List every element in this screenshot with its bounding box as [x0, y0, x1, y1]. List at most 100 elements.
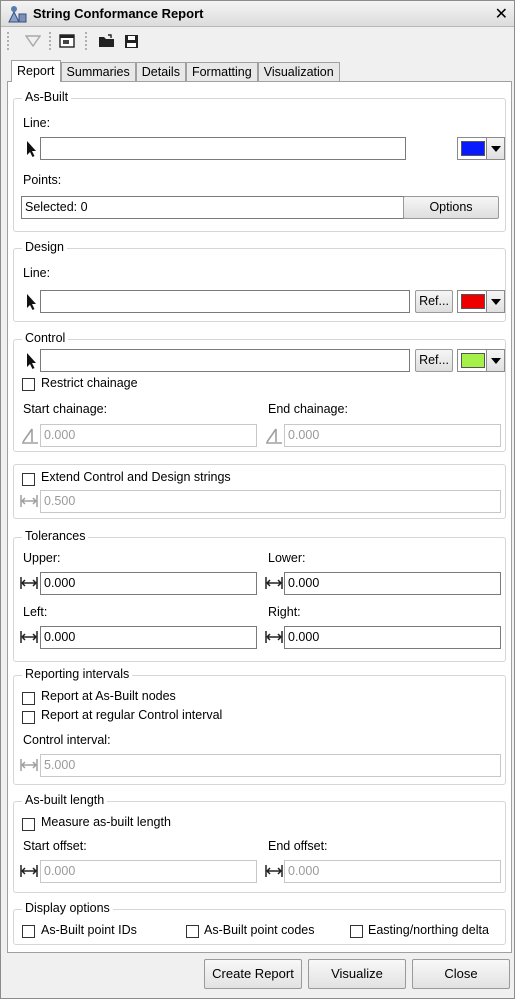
chainage-icon: [22, 428, 38, 444]
right-tolerance-input[interactable]: 0.000: [284, 626, 501, 649]
start-offset-input[interactable]: 0.000: [40, 860, 257, 883]
design-legend: Design: [22, 240, 67, 254]
upper-tolerance-input[interactable]: 0.000: [40, 572, 257, 595]
restrict-chainage-checkbox[interactable]: [22, 378, 35, 391]
control-interval-input[interactable]: 5.000: [40, 754, 501, 777]
window-title: String Conformance Report: [33, 6, 204, 21]
as-built-selected-field: Selected: 0: [21, 196, 404, 219]
report-nodes-checkbox[interactable]: [22, 692, 35, 705]
easting-northing-delta-label: Easting/northing delta: [368, 923, 489, 937]
end-offset-label: End offset:: [268, 839, 328, 853]
measure-length-label: Measure as-built length: [41, 815, 171, 829]
tab-details[interactable]: Details: [135, 62, 186, 82]
design-ref-button[interactable]: Ref...: [415, 290, 453, 313]
control-color-swatch: [461, 353, 485, 368]
create-report-button[interactable]: Create Report: [204, 959, 302, 989]
left-label: Left:: [23, 605, 48, 619]
open-folder-icon[interactable]: [97, 31, 117, 51]
toolbar-grip[interactable]: [7, 32, 10, 50]
width-arrow-icon: [20, 759, 38, 771]
close-button[interactable]: Close: [412, 959, 510, 989]
design-group: Design Line: Ref...: [13, 240, 506, 322]
extend-distance-input[interactable]: 0.500: [40, 490, 501, 513]
chevron-down-icon[interactable]: [486, 138, 504, 159]
report-regular-interval-checkbox[interactable]: [22, 711, 35, 724]
chainage-icon: [266, 428, 282, 444]
end-chainage-input[interactable]: 0.000: [284, 424, 501, 447]
as-built-color-swatch: [461, 141, 485, 156]
measure-length-checkbox[interactable]: [22, 818, 35, 831]
pick-arrow-icon[interactable]: [22, 351, 42, 371]
restrict-chainage-label: Restrict chainage: [41, 376, 138, 390]
end-chainage-label: End chainage:: [268, 402, 348, 416]
report-tab-panel: As-Built Line: Points: Selected: 0 Optio…: [7, 81, 512, 953]
design-line-label: Line:: [23, 266, 51, 280]
as-built-points-label: Points:: [23, 173, 62, 187]
toolbar: [1, 28, 514, 54]
width-arrow-icon: [20, 631, 38, 643]
as-built-group: As-Built Line: Points: Selected: 0 Optio…: [13, 90, 506, 232]
as-built-line-input[interactable]: [40, 137, 406, 160]
toolbar-separator: [85, 32, 88, 50]
tab-summaries[interactable]: Summaries: [60, 62, 136, 82]
lower-label: Lower:: [268, 551, 306, 565]
width-arrow-icon: [265, 631, 283, 643]
string-conformance-report-window: String Conformance Report ✕ Report Summa…: [0, 0, 515, 999]
start-chainage-label: Start chainage:: [23, 402, 108, 416]
reporting-intervals-group: Reporting intervals Report at As-Built n…: [13, 667, 506, 785]
as-built-length-legend: As-built length: [22, 793, 108, 807]
visualize-button[interactable]: Visualize: [308, 959, 406, 989]
pick-arrow-icon[interactable]: [22, 139, 42, 159]
tolerances-legend: Tolerances: [22, 529, 89, 543]
as-built-color-picker[interactable]: [457, 137, 505, 160]
width-arrow-icon: [265, 577, 283, 589]
point-ids-checkbox[interactable]: [22, 925, 35, 938]
as-built-legend: As-Built: [22, 90, 72, 104]
app-icon: [8, 6, 27, 23]
control-ref-button[interactable]: Ref...: [415, 349, 453, 372]
tab-visualization[interactable]: Visualization: [257, 62, 340, 82]
options-button[interactable]: Options: [403, 196, 499, 219]
lower-tolerance-input[interactable]: 0.000: [284, 572, 501, 595]
width-arrow-icon: [265, 865, 283, 877]
chevron-down-icon[interactable]: [486, 291, 504, 312]
control-interval-label: Control interval:: [23, 733, 111, 747]
close-window-icon[interactable]: ✕: [495, 4, 508, 24]
width-arrow-icon: [20, 865, 38, 877]
control-legend: Control: [22, 331, 69, 345]
report-nodes-label: Report at As-Built nodes: [41, 689, 176, 703]
right-label: Right:: [268, 605, 301, 619]
display-options-legend: Display options: [22, 901, 113, 915]
start-chainage-input[interactable]: 0.000: [40, 424, 257, 447]
pick-arrow-icon[interactable]: [22, 292, 42, 312]
report-regular-interval-label: Report at regular Control interval: [41, 708, 223, 722]
window-icon[interactable]: [57, 31, 77, 51]
easting-northing-delta-checkbox[interactable]: [350, 925, 363, 938]
end-offset-input[interactable]: 0.000: [284, 860, 501, 883]
left-tolerance-input[interactable]: 0.000: [40, 626, 257, 649]
tolerances-group: Tolerances Upper: Lower: 0.000 0.000 Lef…: [13, 529, 506, 662]
title-bar: String Conformance Report ✕: [1, 1, 514, 27]
extend-strings-checkbox[interactable]: [22, 473, 35, 486]
tab-report[interactable]: Report: [11, 60, 61, 82]
toolbar-separator: [49, 32, 52, 50]
design-line-input[interactable]: [40, 290, 410, 313]
width-arrow-icon: [20, 495, 38, 507]
point-ids-label: As-Built point IDs: [41, 923, 137, 937]
chevron-down-icon[interactable]: [486, 350, 504, 371]
design-color-picker[interactable]: [457, 290, 505, 313]
display-options-group: Display options As-Built point IDs As-Bu…: [13, 901, 506, 945]
extend-strings-label: Extend Control and Design strings: [41, 470, 231, 484]
point-codes-checkbox[interactable]: [186, 925, 199, 938]
save-icon[interactable]: [121, 31, 141, 51]
extend-group: Extend Control and Design strings 0.500: [13, 464, 506, 519]
control-color-picker[interactable]: [457, 349, 505, 372]
control-group: Control Ref... Restrict chainage Start c…: [13, 331, 506, 452]
control-line-input[interactable]: [40, 349, 410, 372]
as-built-length-group: As-built length Measure as-built length …: [13, 793, 506, 893]
tab-strip: Report Summaries Details Formatting Visu…: [11, 60, 340, 82]
upper-label: Upper:: [23, 551, 61, 565]
tab-formatting[interactable]: Formatting: [185, 62, 258, 82]
filter-dropdown-icon[interactable]: [23, 31, 43, 51]
reporting-intervals-legend: Reporting intervals: [22, 667, 133, 681]
